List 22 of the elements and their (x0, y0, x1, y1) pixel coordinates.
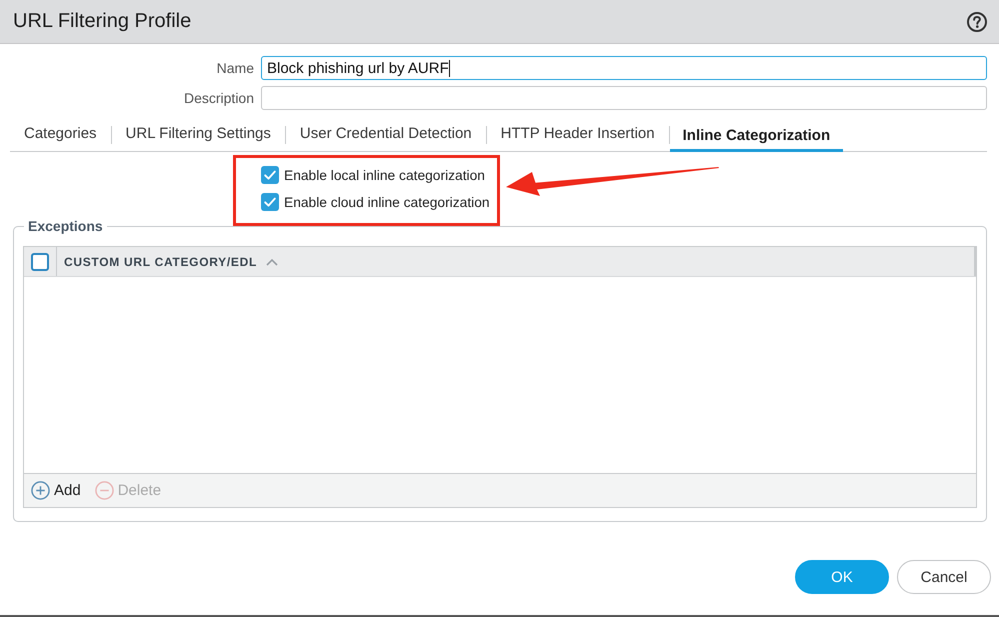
field-label: Name (216, 59, 254, 78)
add-button[interactable]: Add (31, 481, 81, 500)
checkbox-label: Enable local inline categorization (284, 168, 485, 182)
field-label: Description (184, 89, 254, 108)
help-icon[interactable] (967, 12, 987, 32)
tab[interactable]: User Credential Detection (286, 118, 486, 152)
group-title: Exceptions (27, 217, 104, 235)
tab[interactable]: Inline Categorization (670, 118, 844, 152)
checkbox[interactable] (261, 166, 279, 184)
tab[interactable]: Categories (10, 118, 111, 152)
window-title: URL Filtering Profile (13, 10, 192, 33)
select-all-checkbox[interactable] (31, 252, 49, 270)
cancel-button[interactable]: Cancel (897, 560, 991, 594)
tab[interactable]: HTTP Header Insertion (486, 118, 669, 152)
text-cursor (448, 60, 450, 76)
text-field[interactable] (261, 86, 987, 110)
minus-circle-icon (94, 481, 114, 500)
checkbox[interactable] (261, 193, 279, 211)
checkbox-label: Enable cloud inline categorization (284, 194, 490, 210)
tab[interactable]: URL Filtering Settings (112, 118, 285, 152)
plus-circle-icon (31, 481, 50, 500)
text-field[interactable]: Block phishing url by AURF (261, 56, 987, 80)
